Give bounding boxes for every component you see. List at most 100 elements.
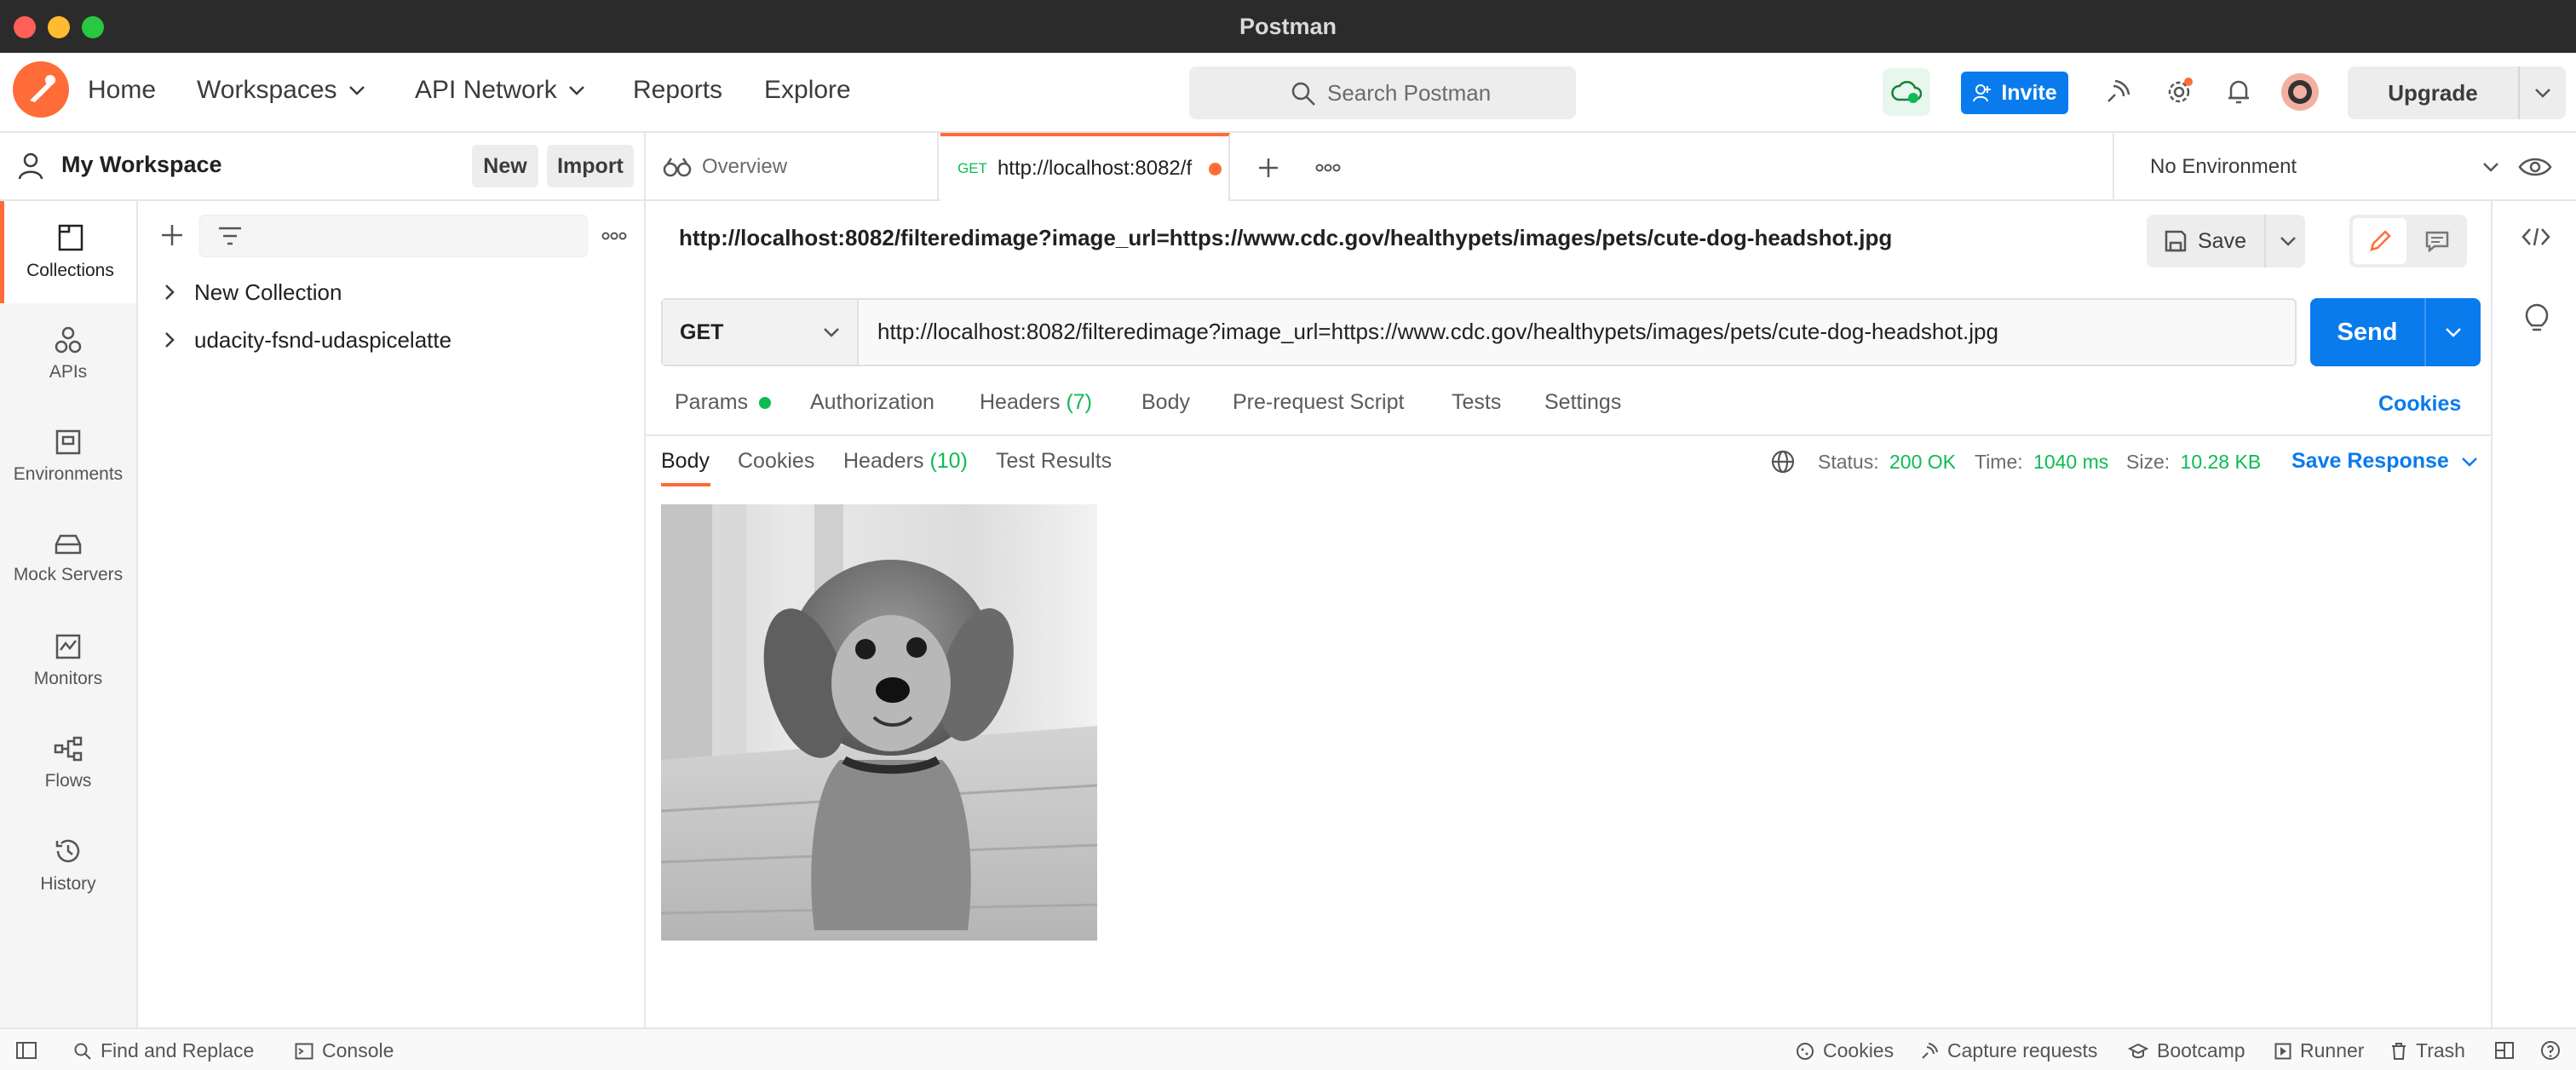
sidebar-item-history[interactable]: History: [0, 814, 136, 917]
code-snippet-icon[interactable]: [2521, 227, 2550, 247]
status-value[interactable]: 200 OK: [1889, 451, 1956, 473]
send-button[interactable]: Send: [2310, 298, 2481, 366]
tab-test-results[interactable]: Test Results: [996, 449, 1112, 474]
tab-response-cookies[interactable]: Cookies: [738, 449, 814, 474]
sidebar-item-mock-servers[interactable]: Mock Servers: [0, 508, 136, 610]
tab-method-label: GET: [957, 160, 987, 176]
cookies-link[interactable]: Cookies: [2378, 392, 2461, 417]
runner-button[interactable]: Runner: [2274, 1039, 2364, 1062]
sidebar-item-flows[interactable]: Flows: [0, 712, 136, 814]
help-icon[interactable]: [2540, 1040, 2561, 1061]
sidebar-item-environments[interactable]: Environments: [0, 406, 136, 508]
lightbulb-icon[interactable]: [2525, 303, 2549, 334]
title-bar: Postman: [0, 0, 2576, 53]
url-bar: GET http://localhost:8082/filteredimage?…: [661, 298, 2297, 366]
bootcamp-button[interactable]: Bootcamp: [2128, 1039, 2245, 1062]
search-input[interactable]: Search Postman: [1189, 66, 1576, 119]
monitors-icon: [55, 634, 81, 659]
view-mode-toggle: [2349, 215, 2467, 268]
collection-item[interactable]: udacity-fsnd-udaspicelatte: [164, 319, 451, 361]
new-tab-plus-icon[interactable]: [1257, 157, 1279, 179]
time-label: Time:: [1975, 451, 2023, 473]
console-button[interactable]: Console: [295, 1039, 394, 1062]
collections-panel: New Collection udacity-fsnd-udaspicelatt…: [138, 201, 646, 1027]
request-name[interactable]: http://localhost:8082/filteredimage?imag…: [679, 225, 1892, 251]
time-value[interactable]: 1040 ms: [2033, 451, 2108, 473]
minimize-window-button[interactable]: [48, 16, 70, 38]
params-active-dot: [759, 397, 772, 409]
chevron-right-icon[interactable]: [164, 331, 175, 349]
filter-icon: [219, 227, 241, 245]
search-icon: [74, 1043, 91, 1060]
filter-collections-input[interactable]: [199, 215, 588, 257]
postman-logo-icon[interactable]: [13, 61, 69, 118]
globe-icon[interactable]: [1770, 449, 1796, 475]
upgrade-label: Upgrade: [2388, 79, 2478, 106]
chevron-right-icon[interactable]: [164, 283, 175, 302]
close-window-button[interactable]: [14, 16, 36, 38]
two-pane-layout-icon[interactable]: [2494, 1041, 2515, 1060]
tab-tests[interactable]: Tests: [1452, 390, 1501, 415]
edit-pencil-icon[interactable]: [2353, 218, 2406, 264]
upgrade-dropdown-button[interactable]: [2520, 88, 2566, 98]
tab-overview[interactable]: Overview: [646, 133, 939, 201]
console-label: Console: [322, 1039, 394, 1061]
tab-prerequest-script[interactable]: Pre-request Script: [1233, 390, 1404, 415]
upgrade-button[interactable]: Upgrade: [2348, 66, 2566, 119]
sync-status-icon[interactable]: [1883, 68, 1930, 116]
tab-response-headers[interactable]: Headers (10): [843, 449, 968, 474]
comments-icon[interactable]: [2410, 218, 2464, 264]
nav-api-network[interactable]: API Network: [415, 72, 586, 109]
chevron-down-icon: [2483, 163, 2498, 172]
response-size: Size: 10.28 KB: [2126, 451, 2261, 474]
settings-gear-icon[interactable]: [2155, 68, 2203, 116]
sidebar-item-monitors[interactable]: Monitors: [0, 610, 136, 712]
sidebar-item-apis[interactable]: APIs: [0, 303, 136, 406]
nav-home[interactable]: Home: [88, 72, 156, 109]
more-tabs-icon[interactable]: [1315, 164, 1341, 172]
invite-button[interactable]: Invite: [1961, 72, 2068, 114]
tab-active-request[interactable]: GET http://localhost:8082/f: [940, 133, 1230, 201]
new-label: New: [483, 153, 527, 178]
response-headers-count: (10): [929, 449, 968, 473]
size-value[interactable]: 10.28 KB: [2181, 451, 2262, 473]
user-icon: [18, 152, 43, 180]
trash-button[interactable]: Trash: [2390, 1039, 2465, 1062]
import-button[interactable]: Import: [547, 145, 634, 187]
workspace-title: My Workspace: [61, 152, 222, 177]
search-icon: [1291, 82, 1315, 106]
new-button[interactable]: New: [472, 145, 538, 187]
footer-cookies-button[interactable]: Cookies: [1796, 1039, 1894, 1062]
tab-params[interactable]: Params: [675, 390, 772, 415]
capture-requests-button[interactable]: Capture requests: [1920, 1039, 2097, 1062]
tab-authorization[interactable]: Authorization: [810, 390, 934, 415]
tab-settings[interactable]: Settings: [1544, 390, 1621, 415]
satellite-icon[interactable]: [2094, 68, 2142, 116]
collection-item[interactable]: New Collection: [164, 271, 342, 314]
tab-response-body[interactable]: Body: [661, 449, 710, 474]
capture-requests-label: Capture requests: [1947, 1039, 2098, 1061]
environment-quick-look-eye-icon[interactable]: [2518, 155, 2552, 179]
maximize-window-button[interactable]: [82, 16, 104, 38]
environment-select[interactable]: No Environment: [2113, 133, 2547, 201]
toggle-sidebar-icon[interactable]: [15, 1041, 37, 1060]
more-options-icon[interactable]: [601, 232, 627, 240]
avatar[interactable]: [2276, 68, 2324, 116]
tab-body[interactable]: Body: [1141, 390, 1190, 415]
nav-explore[interactable]: Explore: [764, 72, 851, 109]
chevron-down-icon[interactable]: [2280, 236, 2297, 246]
save-button[interactable]: Save: [2147, 215, 2305, 268]
nav-workspaces[interactable]: Workspaces: [197, 72, 366, 109]
find-and-replace-button[interactable]: Find and Replace: [73, 1039, 254, 1062]
sidebar-item-collections[interactable]: Collections: [0, 201, 136, 303]
save-response-button[interactable]: Save Response: [2291, 449, 2478, 474]
add-collection-icon[interactable]: [160, 223, 184, 247]
notifications-bell-icon[interactable]: [2215, 68, 2263, 116]
method-select[interactable]: GET: [663, 300, 859, 365]
tab-headers[interactable]: Headers (7): [980, 390, 1092, 415]
find-and-replace-label: Find and Replace: [101, 1039, 255, 1061]
url-input[interactable]: http://localhost:8082/filteredimage?imag…: [877, 319, 1998, 345]
send-dropdown-button[interactable]: [2426, 298, 2481, 366]
nav-reports[interactable]: Reports: [633, 72, 722, 109]
mock-server-icon: [55, 534, 82, 555]
